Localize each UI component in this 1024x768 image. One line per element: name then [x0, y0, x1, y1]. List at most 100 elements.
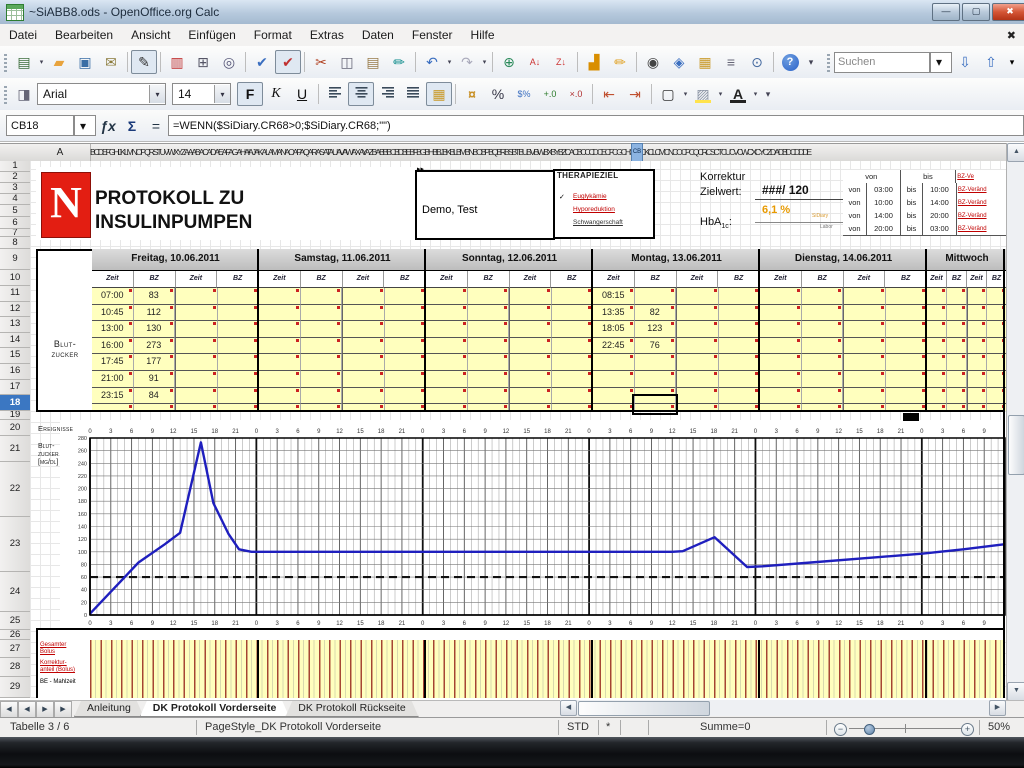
zeit-cell[interactable] [967, 371, 988, 388]
search-dropdown-icon[interactable]: ▾ [930, 52, 952, 73]
zeit-cell[interactable] [843, 305, 886, 322]
insert-chart-button[interactable]: ▟ [581, 50, 607, 74]
bz-cell[interactable] [468, 354, 510, 371]
bz-cell[interactable]: 91 [134, 371, 176, 388]
find-previous-button[interactable]: ⇧ [978, 50, 1004, 74]
row-header-3[interactable]: 3 [0, 183, 30, 194]
scroll-down-icon[interactable]: ▼ [1007, 682, 1024, 701]
zeit-cell[interactable] [175, 288, 218, 305]
borders-dropdown-icon[interactable]: ▾ [681, 83, 690, 105]
bz-cell[interactable]: 84 [134, 388, 176, 405]
zeit-cell[interactable]: 08:15 [593, 288, 635, 305]
zeitbereich-cell[interactable]: von [843, 209, 867, 223]
zeit-cell[interactable]: 07:00 [92, 288, 134, 305]
zeit-cell[interactable] [927, 305, 947, 322]
row-header-2[interactable]: 2 [0, 172, 30, 183]
row-header-7[interactable]: 7 [0, 229, 30, 237]
sort-ascending-button[interactable]: A↓ [522, 50, 548, 74]
justify-button[interactable] [400, 82, 426, 106]
bz-cell[interactable] [468, 338, 510, 355]
bz-cell[interactable] [947, 354, 967, 371]
zeit-cell[interactable] [676, 288, 719, 305]
row-header-29[interactable]: 29 [0, 677, 30, 698]
therapieziel-option[interactable]: Euglykämie [573, 193, 647, 202]
zeit-cell[interactable] [509, 305, 552, 322]
font-color-button[interactable]: A [725, 82, 751, 106]
menu-fenster[interactable]: Fenster [403, 25, 462, 45]
toolbar-options-button[interactable]: ▾ [760, 82, 776, 106]
zeit-cell[interactable] [760, 321, 802, 338]
standard-format-button[interactable]: $% [511, 82, 537, 106]
spreadsheet-area[interactable]: NPROTOKOLL ZUINSULINPUMPEN© M.N. 06.2011… [30, 161, 1006, 698]
add-decimal-button[interactable]: +.0 [537, 82, 563, 106]
bz-cell[interactable] [886, 305, 928, 322]
bz-cell[interactable]: 177 [134, 354, 176, 371]
bz-cell[interactable] [468, 371, 510, 388]
increase-indent-button[interactable]: ⇥ [622, 82, 648, 106]
zeit-cell[interactable] [426, 321, 468, 338]
zeit-cell[interactable] [760, 388, 802, 405]
bz-cell[interactable]: 112 [134, 305, 176, 322]
bz-cell[interactable] [719, 388, 761, 405]
menu-hilfe[interactable]: Hilfe [462, 25, 504, 45]
name-box-dropdown-icon[interactable]: ▾ [74, 115, 96, 136]
draw-functions-button[interactable]: ✏ [607, 50, 633, 74]
bz-cell[interactable] [552, 354, 594, 371]
scroll-up-icon[interactable]: ▲ [1007, 143, 1024, 162]
new-document-dropdown-icon[interactable]: ▾ [37, 51, 46, 73]
bz-cell[interactable] [301, 388, 343, 405]
zoom-slider[interactable] [864, 724, 875, 735]
zeit-cell[interactable]: 21:00 [92, 371, 134, 388]
bz-cell[interactable] [385, 354, 427, 371]
percent-format-button[interactable]: % [485, 82, 511, 106]
hba1c-value[interactable]: 6,1 % [762, 204, 810, 217]
zeit-cell[interactable] [967, 321, 988, 338]
zoom-button[interactable]: ⊙ [744, 50, 770, 74]
bz-cell[interactable] [468, 305, 510, 322]
align-right-button[interactable] [374, 82, 400, 106]
zeit-cell[interactable] [676, 305, 719, 322]
hyperlink-button[interactable]: ⊕ [496, 50, 522, 74]
zeit-cell[interactable] [426, 305, 468, 322]
bz-cell[interactable] [301, 321, 343, 338]
new-document-button[interactable]: ▤ [11, 50, 37, 74]
bz-cell[interactable] [947, 371, 967, 388]
zeit-cell[interactable] [342, 388, 385, 405]
bz-cell[interactable] [552, 321, 594, 338]
data-sources-button[interactable]: ≡ [718, 50, 744, 74]
zeit-cell[interactable] [927, 288, 947, 305]
zeit-cell[interactable]: 13:35 [593, 305, 635, 322]
bz-cell[interactable] [385, 305, 427, 322]
print-button[interactable]: ⊞ [190, 50, 216, 74]
next-sheet-icon[interactable]: ▶ [36, 701, 54, 718]
bz-cell[interactable] [218, 288, 260, 305]
undo-button[interactable]: ↶ [419, 50, 445, 74]
zeit-cell[interactable] [509, 371, 552, 388]
save-button[interactable]: ▣ [72, 50, 98, 74]
bz-cell[interactable] [802, 338, 844, 355]
background-color-button[interactable]: ▨ [690, 82, 716, 106]
zeitbereich-cell[interactable]: 03:00 [923, 222, 957, 236]
row-header-14[interactable]: 14 [0, 333, 30, 349]
zeit-cell[interactable]: 17:45 [92, 354, 134, 371]
redo-dropdown-icon[interactable]: ▾ [480, 51, 489, 73]
bz-cell[interactable] [218, 354, 260, 371]
page-preview-button[interactable]: ◎ [216, 50, 242, 74]
zeit-cell[interactable] [342, 288, 385, 305]
gallery-button[interactable]: ▦ [692, 50, 718, 74]
zeit-cell[interactable] [175, 338, 218, 355]
column-headers[interactable]: A BCDEFGHIJKLMNOPQRSTUVWXYZAAABACADAEAFA… [30, 143, 1006, 163]
row-header-24[interactable]: 24 [0, 572, 30, 612]
bz-cell[interactable]: 273 [134, 338, 176, 355]
zeit-cell[interactable]: 13:00 [92, 321, 134, 338]
zeit-cell[interactable] [593, 354, 635, 371]
bz-cell[interactable]: 82 [635, 305, 677, 322]
zeit-cell[interactable] [342, 321, 385, 338]
row-header-25[interactable]: 25 [0, 612, 30, 630]
bz-cell[interactable] [301, 288, 343, 305]
zeit-cell[interactable] [927, 388, 947, 405]
bz-cell[interactable] [886, 288, 928, 305]
therapieziel-option[interactable]: Hyporeduktion [573, 206, 647, 215]
zeit-cell[interactable] [259, 338, 301, 355]
zeitbereich-cell[interactable]: BZ-Veränd [957, 209, 1006, 223]
